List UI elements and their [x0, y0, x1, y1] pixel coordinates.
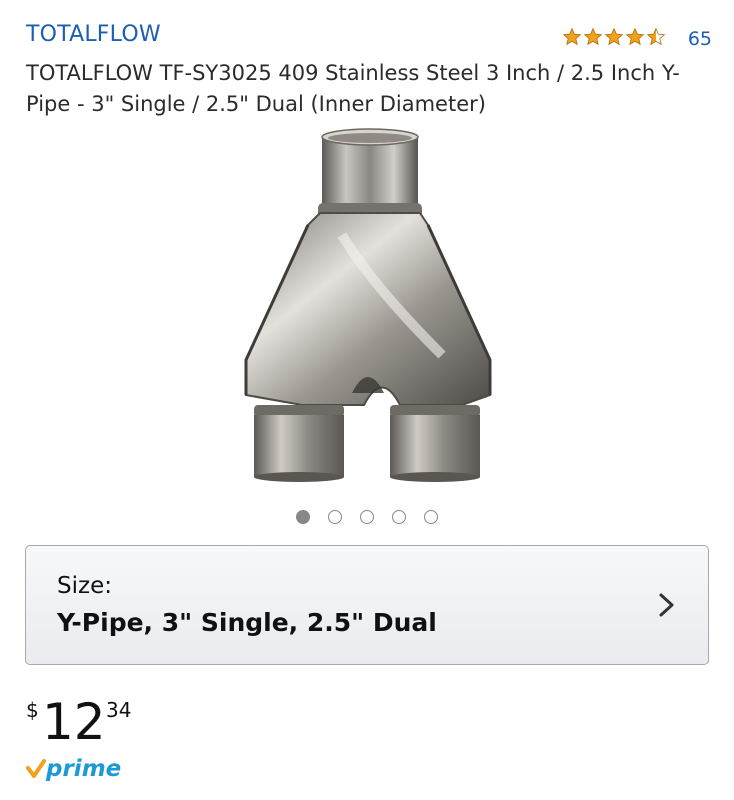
- star-icon: [583, 27, 603, 46]
- price-currency: $: [26, 698, 39, 722]
- carousel-dot[interactable]: [296, 510, 310, 524]
- brand-row: TOTALFLOW 65: [26, 22, 712, 52]
- carousel-dot[interactable]: [424, 510, 438, 524]
- price-whole: 12: [42, 693, 106, 751]
- star-icon: [604, 27, 624, 46]
- prime-label: prime: [46, 756, 122, 782]
- carousel-dot[interactable]: [328, 510, 342, 524]
- half-star-icon: [646, 27, 666, 46]
- y-pipe-image[interactable]: [232, 125, 502, 485]
- size-selector-button[interactable]: Size: Y-Pipe, 3" Single, 2.5" Dual: [25, 545, 709, 665]
- star-rating: [562, 27, 666, 47]
- size-value: Y-Pipe, 3" Single, 2.5" Dual: [57, 608, 437, 637]
- rating[interactable]: 65: [562, 24, 712, 50]
- brand-link[interactable]: TOTALFLOW: [26, 22, 161, 47]
- prime-badge: prime: [26, 756, 121, 782]
- rating-count[interactable]: 65: [688, 28, 712, 50]
- carousel-dot[interactable]: [360, 510, 374, 524]
- price-fraction: 34: [106, 698, 132, 722]
- prime-check-icon: [26, 759, 46, 778]
- carousel-dot[interactable]: [392, 510, 406, 524]
- size-label: Size:: [57, 573, 112, 599]
- star-icon: [625, 27, 645, 46]
- chevron-right-icon: [659, 593, 674, 617]
- star-icon: [562, 27, 582, 46]
- product-title: TOTALFLOW TF-SY3025 409 Stainless Steel …: [26, 61, 680, 116]
- image-carousel-indicator: [0, 510, 734, 524]
